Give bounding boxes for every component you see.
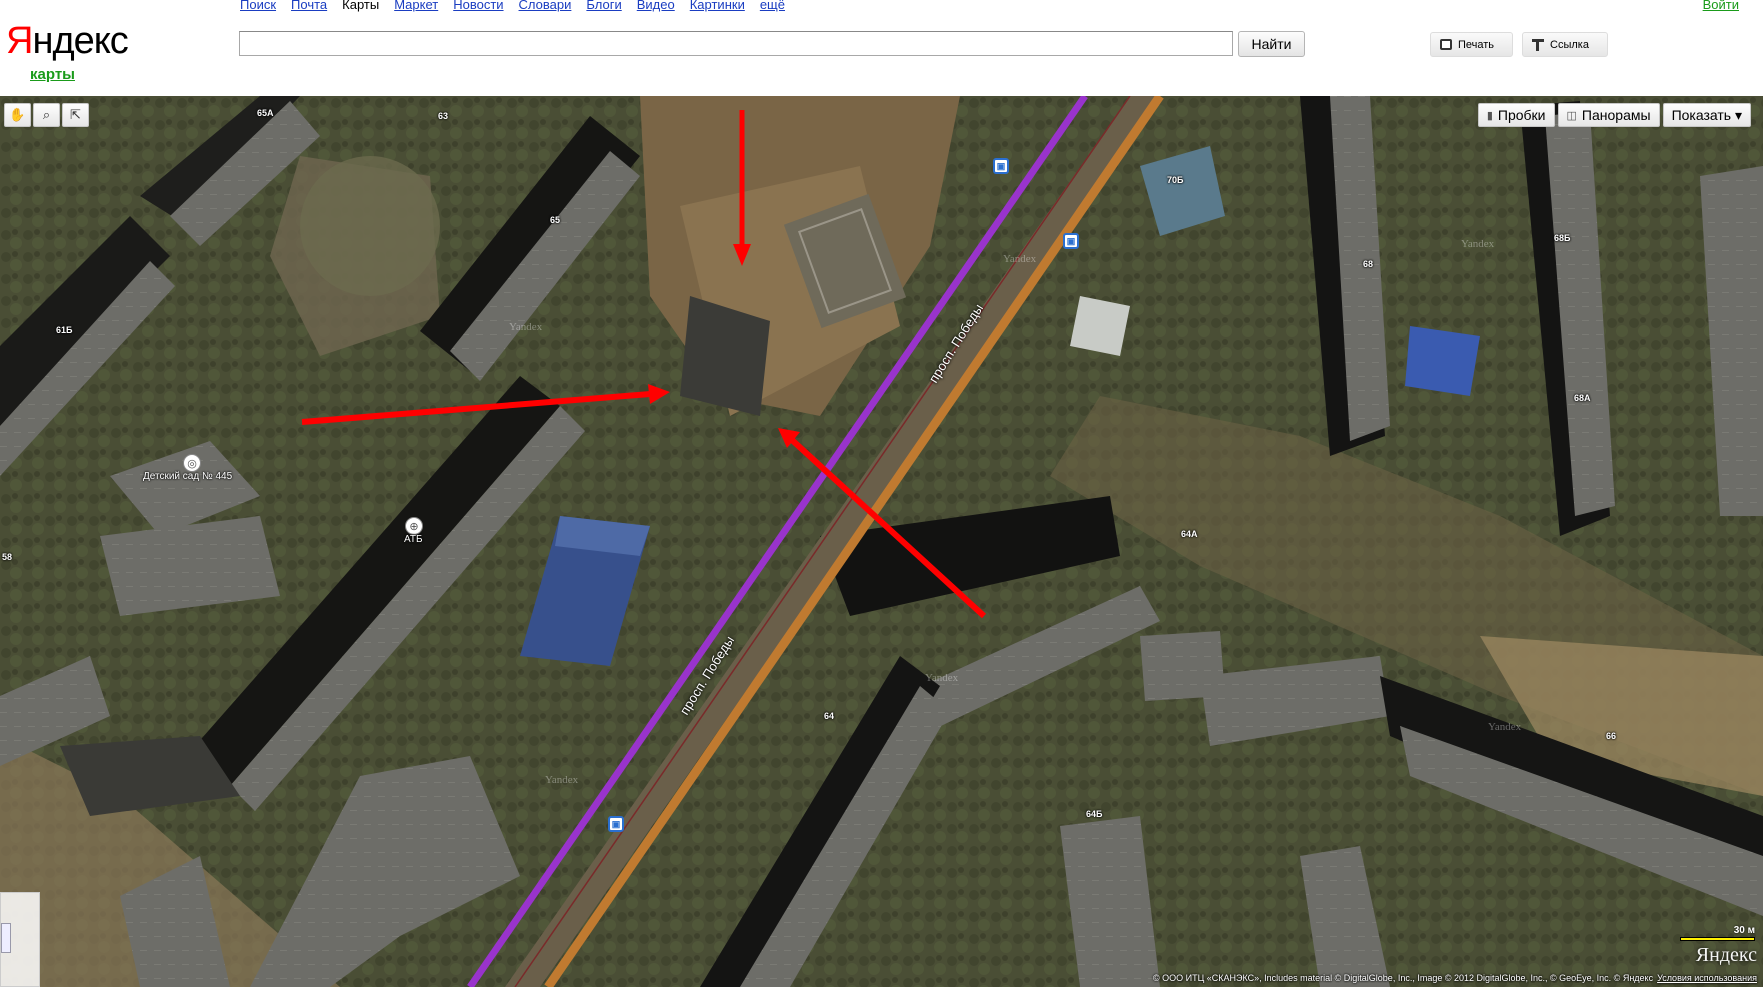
ruler-icon[interactable]: ⇱: [62, 103, 89, 127]
building-number: 68: [1363, 259, 1374, 269]
show-layers-dropdown[interactable]: Показать ▾: [1662, 103, 1751, 127]
shop-icon[interactable]: ⊕: [405, 517, 423, 535]
copyright: © ООО ИТЦ «СКАНЭКС», Includes material ©…: [1153, 973, 1757, 983]
bus-stop-icon[interactable]: ▣: [608, 816, 624, 832]
nav-dictionaries[interactable]: Словари: [519, 0, 572, 13]
link-button[interactable]: Ссылка: [1522, 32, 1608, 57]
building-number: 70Б: [1167, 175, 1184, 185]
printer-icon: [1440, 39, 1452, 50]
yandex-logo[interactable]: Яндекс: [6, 20, 129, 62]
yandex-map-logo: Яндекс: [1695, 944, 1757, 966]
pin-icon: [1532, 39, 1544, 51]
header: Яндекс карты Поиск Почта Карты Маркет Но…: [0, 0, 1763, 96]
building-number: 64А: [1181, 529, 1198, 539]
bus-stop-icon[interactable]: ▣: [993, 158, 1009, 174]
map-controls: ▮ Пробки ◫ Панорамы Показать ▾: [1477, 103, 1751, 127]
nav-blogs[interactable]: Блоги: [586, 0, 621, 13]
link-button-label: Ссылка: [1550, 38, 1589, 51]
yandex-watermark: Yandex: [509, 321, 543, 333]
nav-video[interactable]: Видео: [637, 0, 675, 13]
print-button-label: Печать: [1458, 38, 1495, 51]
zoom-slider[interactable]: [0, 892, 40, 987]
hand-pan-icon[interactable]: ✋: [4, 103, 31, 127]
bus-stop-icon[interactable]: ▣: [1063, 233, 1079, 249]
building-number: 68А: [1574, 393, 1591, 403]
building-number: 66: [1606, 731, 1617, 741]
satellite-map[interactable]: 65А 63 65 61Б 58 70Б 68Б 68 68А 64А 64 6…: [0, 96, 1763, 987]
map-tools: ✋ ⌕ ⇱: [4, 103, 89, 127]
shop-label[interactable]: АТБ: [404, 534, 423, 545]
login-link[interactable]: Войти: [1703, 0, 1739, 12]
panoramas-button[interactable]: ◫ Панорамы: [1557, 103, 1660, 127]
building-number: 63: [438, 111, 449, 121]
building-number: 68Б: [1554, 233, 1571, 243]
nav-maps: Карты: [342, 0, 380, 12]
print-button[interactable]: Печать: [1430, 32, 1513, 57]
nav-market[interactable]: Маркет: [394, 0, 438, 13]
building-number: 61Б: [56, 325, 73, 335]
traffic-light-icon: ▮: [1486, 109, 1493, 122]
kindergarten-label[interactable]: Детский сад № 445: [143, 471, 232, 482]
yandex-watermark: Yandex: [1003, 253, 1037, 265]
traffic-button[interactable]: ▮ Пробки: [1477, 103, 1555, 127]
building-number: 65А: [257, 108, 274, 118]
yandex-watermark: Yandex: [545, 774, 579, 786]
scale-bar: 30 м: [1680, 925, 1755, 941]
scale-label: 30 м: [1733, 925, 1755, 936]
zoom-thumb[interactable]: [1, 923, 11, 953]
nav-news[interactable]: Новости: [453, 0, 503, 13]
building-number: 64: [824, 711, 835, 721]
nav-images[interactable]: Картинки: [690, 0, 745, 13]
scale-line: [1680, 937, 1755, 941]
traffic-label: Пробки: [1497, 107, 1546, 123]
service-link-maps[interactable]: карты: [30, 66, 75, 83]
magnifier-icon[interactable]: ⌕: [33, 103, 60, 127]
yandex-watermark: Yandex: [1488, 721, 1522, 733]
show-label: Показать ▾: [1671, 106, 1742, 123]
panoramas-label: Панорамы: [1581, 107, 1651, 123]
building-number: 58: [2, 552, 13, 562]
yandex-watermark: Yandex: [925, 672, 959, 684]
panorama-icon: ◫: [1566, 109, 1577, 122]
services-nav: Поиск Почта Карты Маркет Новости Словари…: [240, 0, 785, 13]
terms-link[interactable]: Условия использования: [1657, 973, 1757, 983]
yandex-watermark: Yandex: [1461, 238, 1495, 250]
satellite-imagery: [0, 96, 1763, 987]
nav-mail[interactable]: Почта: [291, 0, 327, 13]
building-number: 65: [550, 215, 561, 225]
search-input[interactable]: [239, 31, 1233, 56]
building-number: 64Б: [1086, 809, 1103, 819]
nav-search[interactable]: Поиск: [240, 0, 276, 13]
copyright-text: © ООО ИТЦ «СКАНЭКС», Includes material ©…: [1153, 973, 1654, 983]
search-button[interactable]: Найти: [1238, 31, 1305, 57]
kindergarten-icon[interactable]: ◎: [183, 454, 201, 472]
nav-more[interactable]: ещё: [760, 0, 785, 13]
